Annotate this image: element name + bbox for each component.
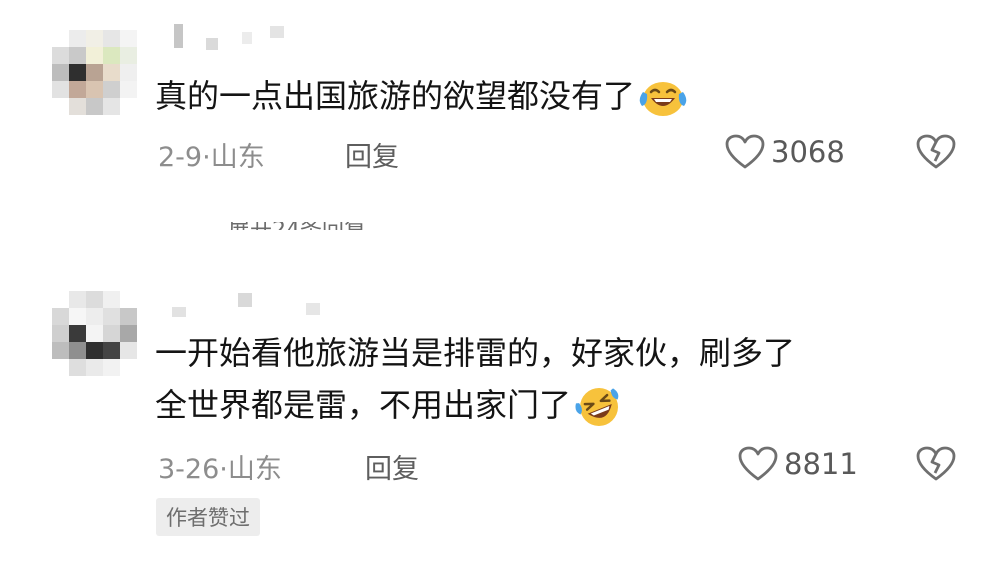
comment-location: 山东 <box>210 142 265 173</box>
like-button[interactable]: 8811 <box>738 446 858 482</box>
username[interactable] <box>168 22 308 50</box>
heart-outline-icon <box>738 446 778 481</box>
laughing-tears-emoji <box>639 78 687 118</box>
comment-location: 山东 <box>227 454 282 485</box>
like-count: 8811 <box>784 447 858 481</box>
username[interactable] <box>168 287 320 317</box>
broken-heart-icon[interactable] <box>916 446 956 482</box>
reply-button[interactable]: 回复 <box>345 135 399 174</box>
comment-text-line: 全世界都是雷，不用出家门了 <box>155 386 572 424</box>
broken-heart-icon[interactable] <box>916 134 956 170</box>
comment-date: 3-26 <box>158 454 220 485</box>
comment-text: 一开始看他旅游当是排雷的，好家伙，刷多了 全世界都是雷，不用出家门了 <box>155 327 795 431</box>
comment-text: 真的一点出国旅游的欲望都没有了 <box>155 70 687 122</box>
comment-date: 2-9 <box>158 142 203 173</box>
heart-outline-icon <box>725 134 765 169</box>
comment-item: 一开始看他旅游当是排雷的，好家伙，刷多了 全世界都是雷，不用出家门了 3-26·山… <box>0 275 1000 571</box>
comment-item: 真的一点出国旅游的欲望都没有了 2-9·山东 回复 3068 展开24条回复 <box>0 0 1000 230</box>
expand-replies-label: 展开24条回复 <box>228 222 443 230</box>
meta-separator: · <box>202 142 211 173</box>
reply-button[interactable]: 回复 <box>365 447 419 486</box>
rolling-laughing-emoji <box>575 385 623 429</box>
comment-text-line: 一开始看他旅游当是排雷的，好家伙，刷多了 <box>155 334 796 372</box>
comment-text-line: 真的一点出国旅游的欲望都没有了 <box>155 77 636 115</box>
like-count: 3068 <box>771 135 845 169</box>
comment-meta: 2-9·山东 <box>158 135 265 174</box>
author-liked-badge: 作者赞过 <box>156 498 260 536</box>
expand-replies-link[interactable]: 展开24条回复 <box>228 222 443 230</box>
avatar[interactable] <box>52 30 138 116</box>
like-button[interactable]: 3068 <box>725 134 845 170</box>
comment-meta: 3-26·山东 <box>158 447 282 486</box>
avatar[interactable] <box>52 291 138 377</box>
meta-separator: · <box>219 454 228 485</box>
